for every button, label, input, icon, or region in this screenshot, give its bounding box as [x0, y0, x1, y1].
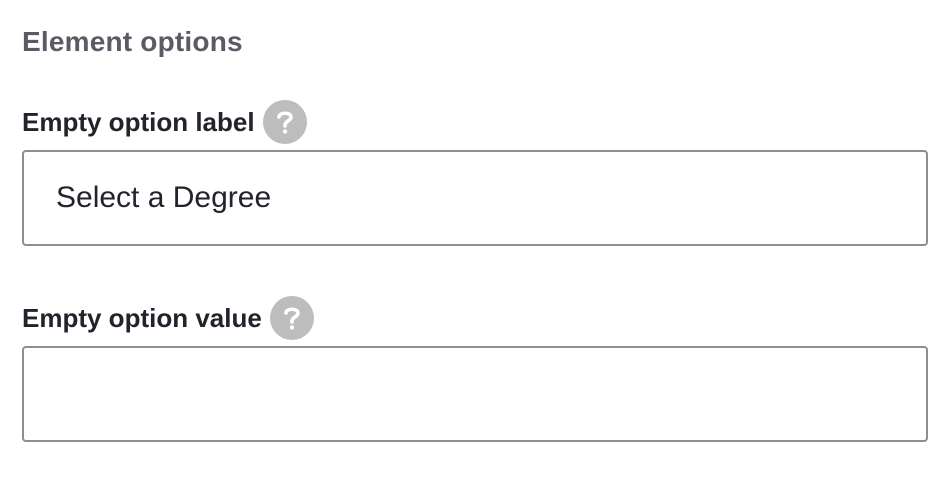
empty-option-value-row: Empty option value — [22, 296, 314, 340]
section-title: Element options — [22, 26, 243, 57]
empty-option-label-input[interactable] — [22, 150, 928, 246]
help-question-icon[interactable] — [262, 100, 307, 144]
empty-option-value-input[interactable] — [22, 346, 928, 442]
question-mark-icon — [276, 111, 293, 134]
element-options-panel: Element options Empty option label Empty… — [0, 0, 948, 486]
empty-option-label-row: Empty option label — [22, 100, 307, 144]
help-question-icon[interactable] — [269, 296, 314, 340]
empty-option-value-title: Empty option value — [22, 303, 262, 333]
empty-option-label-title: Empty option label — [22, 107, 255, 137]
question-mark-icon — [284, 307, 300, 330]
